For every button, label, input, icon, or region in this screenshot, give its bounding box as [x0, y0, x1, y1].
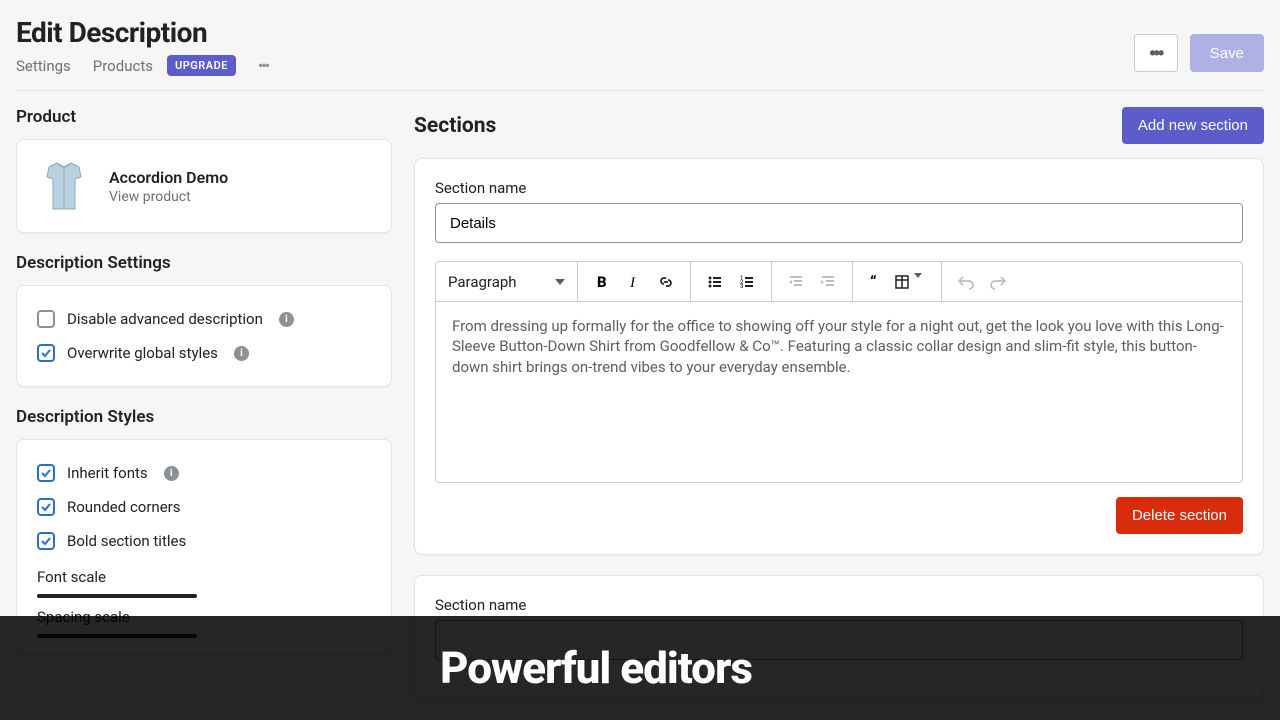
outdent-icon[interactable]: [780, 266, 812, 298]
header-more-button[interactable]: •••: [1134, 34, 1178, 72]
disable-label: Disable advanced description: [67, 310, 263, 328]
disable-advanced-row[interactable]: Disable advanced description i: [37, 302, 371, 336]
indent-icon[interactable]: [812, 266, 844, 298]
rich-text-editor: Paragraph B I 123: [435, 261, 1243, 483]
product-name: Accordion Demo: [109, 168, 228, 187]
svg-text:“: “: [870, 273, 877, 291]
section-name-label-2: Section name: [435, 596, 1243, 614]
section-name-input[interactable]: [435, 203, 1243, 243]
inherit-label: Inherit fonts: [67, 464, 148, 482]
page-title: Edit Description: [16, 16, 268, 49]
overwrite-label: Overwrite global styles: [67, 344, 218, 362]
page-header: Edit Description Settings Products UPGRA…: [16, 16, 1264, 91]
editor-toolbar: Paragraph B I 123: [436, 262, 1242, 302]
rounded-label: Rounded corners: [67, 498, 181, 516]
chevron-down-icon: [555, 279, 565, 285]
desc-settings-card: Disable advanced description i Overwrite…: [16, 285, 392, 387]
bullet-list-icon[interactable]: [699, 266, 731, 298]
format-value: Paragraph: [448, 273, 517, 291]
view-product-link[interactable]: View product: [109, 189, 228, 205]
undo-icon[interactable]: [950, 266, 982, 298]
upgrade-badge[interactable]: UPGRADE: [167, 55, 236, 76]
nav-products[interactable]: Products: [93, 57, 153, 75]
info-icon[interactable]: i: [164, 466, 179, 481]
product-image: [37, 158, 91, 214]
overwrite-row[interactable]: Overwrite global styles i: [37, 336, 371, 370]
desc-settings-heading: Description Settings: [16, 253, 392, 273]
rounded-row[interactable]: Rounded corners: [37, 490, 371, 524]
checkbox-rounded[interactable]: [37, 498, 55, 516]
checkbox-disable[interactable]: [37, 310, 55, 328]
svg-text:I: I: [629, 275, 636, 291]
info-icon[interactable]: i: [279, 312, 294, 327]
product-card[interactable]: Accordion Demo View product: [16, 139, 392, 233]
link-icon[interactable]: [650, 266, 682, 298]
format-dropdown[interactable]: Paragraph: [436, 262, 578, 301]
nav-settings[interactable]: Settings: [16, 57, 71, 75]
overlay-text: Powerful editors: [440, 642, 752, 694]
font-scale-label: Font scale: [37, 568, 371, 586]
bold-label: Bold section titles: [67, 532, 186, 550]
table-icon[interactable]: [893, 266, 933, 298]
svg-text:3: 3: [740, 283, 743, 290]
bold-titles-row[interactable]: Bold section titles: [37, 524, 371, 558]
product-heading: Product: [16, 107, 392, 127]
promo-overlay: Powerful editors: [0, 616, 1280, 720]
svg-text:B: B: [597, 273, 607, 291]
numbered-list-icon[interactable]: 123: [731, 266, 763, 298]
desc-styles-heading: Description Styles: [16, 407, 392, 427]
editor-content[interactable]: From dressing up formally for the office…: [436, 302, 1242, 482]
section-card: Section name Paragraph B I: [414, 158, 1264, 555]
checkbox-bold[interactable]: [37, 532, 55, 550]
delete-section-button[interactable]: Delete section: [1116, 497, 1243, 534]
add-section-button[interactable]: Add new section: [1122, 107, 1264, 144]
inherit-fonts-row[interactable]: Inherit fonts i: [37, 456, 371, 490]
section-name-label: Section name: [435, 179, 1243, 197]
quote-icon[interactable]: “: [861, 266, 893, 298]
save-button[interactable]: Save: [1190, 34, 1264, 72]
checkbox-inherit[interactable]: [37, 464, 55, 482]
redo-icon[interactable]: [982, 266, 1014, 298]
info-icon[interactable]: i: [234, 346, 249, 361]
more-icon[interactable]: •••: [258, 56, 268, 75]
font-scale-slider[interactable]: [37, 594, 197, 598]
checkbox-overwrite[interactable]: [37, 344, 55, 362]
sections-heading: Sections: [414, 114, 496, 138]
italic-icon[interactable]: I: [618, 266, 650, 298]
bold-icon[interactable]: B: [586, 266, 618, 298]
